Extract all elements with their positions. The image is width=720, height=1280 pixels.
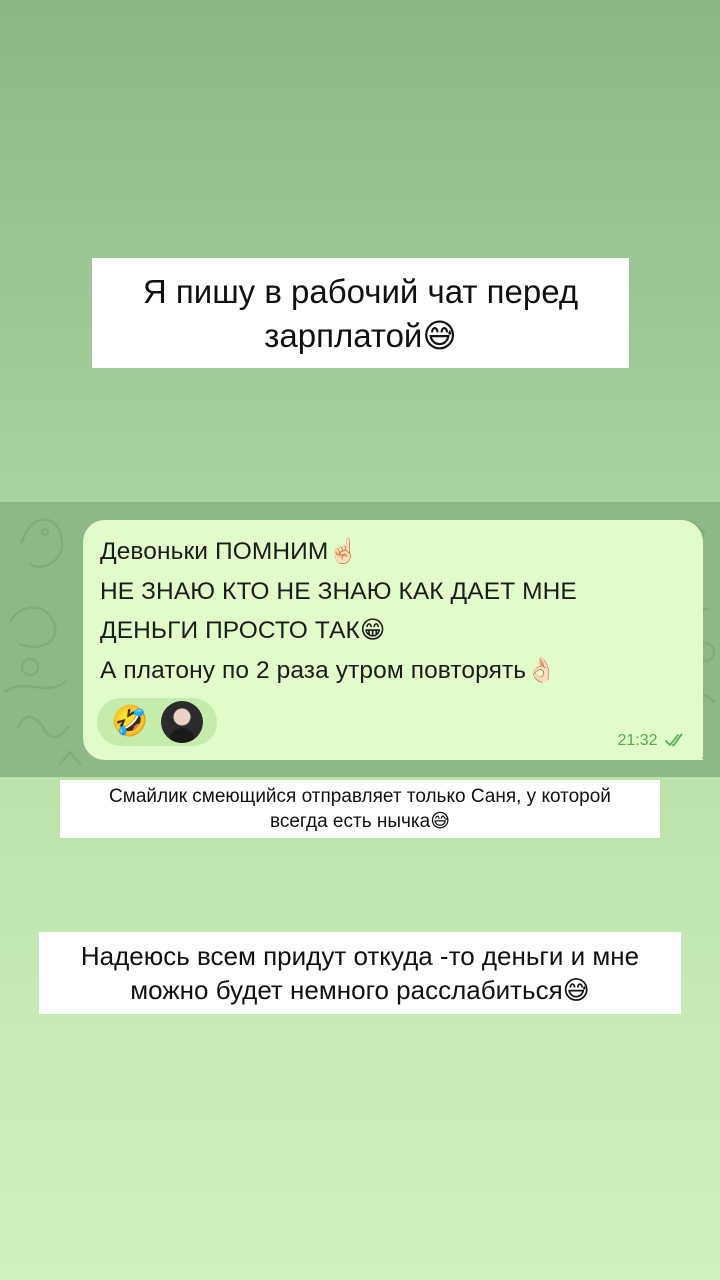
message-line-3: ДЕНЬГИ ПРОСТО ТАК😁 xyxy=(100,617,386,644)
message-line-1: Девоньки ПОМНИМ☝🏻 xyxy=(100,538,359,565)
sweat-smile-emoji: 😅 xyxy=(562,976,590,1006)
chat-screenshot: Девоньки ПОМНИМ☝🏻 НЕ ЗНАЮ КТО НЕ ЗНАЮ КА… xyxy=(0,502,720,777)
caption-middle-line-1: Смайлик смеющийся отправляет только Саня… xyxy=(109,786,611,807)
caption-top-line-2: зарплатой😅 xyxy=(92,314,629,358)
rofl-reaction-icon: 🤣 xyxy=(111,704,149,739)
reaction-chip[interactable]: 🤣 xyxy=(97,698,217,746)
reactor-avatar[interactable] xyxy=(161,701,203,743)
message-timestamp: 21:32 xyxy=(618,731,688,751)
caption-bottom: Надеюсь всем придут откуда -то деньги и … xyxy=(39,932,681,1014)
caption-bottom-line-1: Надеюсь всем придут откуда -то деньги и … xyxy=(80,941,640,971)
double-check-icon xyxy=(665,733,683,747)
caption-bottom-line-2-text: можно будет немного расслабиться xyxy=(130,975,563,1005)
message-line-2: НЕ ЗНАЮ КТО НЕ ЗНАЮ КАК ДАЕТ МНЕ xyxy=(100,577,577,605)
sweat-smile-emoji: 😅 xyxy=(422,316,457,355)
caption-bottom-line-2: можно будет немного расслабиться😅 xyxy=(39,973,681,1008)
bubble-tail xyxy=(690,740,704,760)
caption-top-line-1: Я пишу в рабочий чат перед xyxy=(142,273,579,310)
caption-middle-line-2-text: всегда есть нычка xyxy=(269,811,431,832)
message-line-4: А платону по 2 раза утром повторять👌🏻 xyxy=(100,656,557,684)
message-time: 21:32 xyxy=(617,732,658,749)
caption-top: Я пишу в рабочий чат перед зарплатой😅 xyxy=(92,258,629,368)
message-bubble[interactable]: Девоньки ПОМНИМ☝🏻 НЕ ЗНАЮ КТО НЕ ЗНАЮ КА… xyxy=(83,520,703,760)
sweat-smile-emoji: 😅 xyxy=(430,810,451,832)
caption-middle: Смайлик смеющийся отправляет только Саня… xyxy=(60,780,660,838)
caption-top-line-2-text: зарплатой xyxy=(264,317,423,354)
caption-middle-line-2: всегда есть нычка😅 xyxy=(60,809,660,834)
